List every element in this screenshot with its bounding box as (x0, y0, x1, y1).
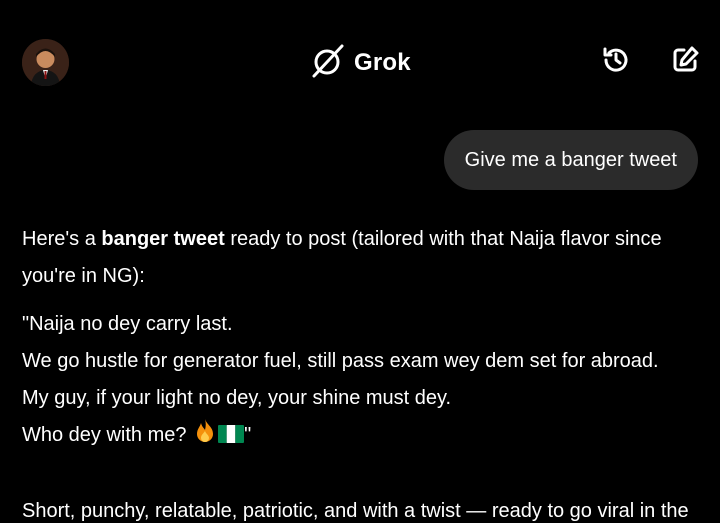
tweet-line-3: My guy, if your light no dey, your shine… (22, 387, 452, 409)
nigeria-flag-emoji (218, 420, 245, 457)
fire-emoji (192, 418, 218, 457)
reply-cutoff-line: Short, punchy, relatable, patriotic, and… (22, 500, 689, 522)
tweet-line-4: Who dey with me? " (22, 417, 682, 457)
tweet-line-2: We go hustle for generator fuel, still p… (22, 350, 659, 372)
tweet-line-1: "Naija no dey carry last. (22, 313, 233, 335)
assistant-reply: Here's a banger tweet ready to post (tai… (22, 221, 682, 457)
top-bar: Grok (0, 0, 720, 125)
grok-logo-icon (310, 43, 346, 84)
avatar[interactable] (22, 39, 69, 86)
tweet-line-4-quote: " (244, 424, 252, 446)
reply-intro-pre: Here's a (22, 228, 102, 250)
brand: Grok (310, 44, 411, 82)
brand-name: Grok (354, 49, 411, 76)
history-button[interactable] (598, 44, 634, 80)
history-icon (600, 44, 632, 81)
reply-intro-bold: banger tweet (101, 228, 225, 250)
user-message-text: Give me a banger tweet (464, 148, 677, 171)
reply-intro: Here's a banger tweet ready to post (tai… (22, 221, 682, 295)
new-chat-button[interactable] (667, 44, 703, 80)
user-message-bubble: Give me a banger tweet (443, 130, 698, 190)
tweet-line-4-text: Who dey with me? (22, 424, 193, 446)
new-chat-icon (669, 44, 701, 81)
